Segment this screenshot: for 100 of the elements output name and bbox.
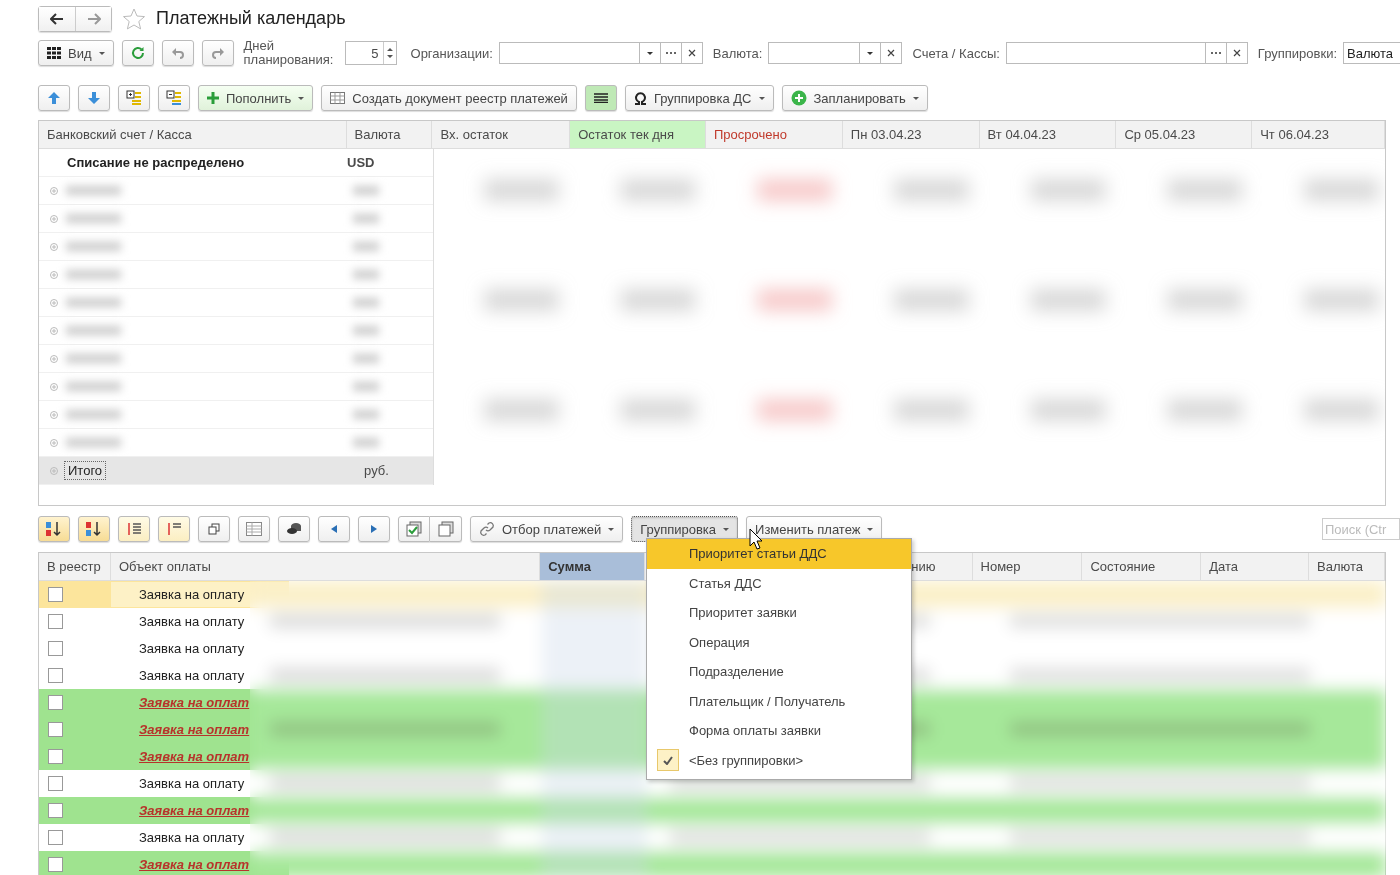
star-icon[interactable] — [122, 6, 146, 31]
refresh-icon — [130, 46, 145, 60]
plus-icon — [207, 92, 219, 104]
sort-list-button[interactable] — [118, 516, 150, 542]
accounts-field[interactable] — [1005, 42, 1206, 64]
column-header[interactable]: Валюта — [1309, 553, 1385, 580]
table-icon — [246, 522, 262, 536]
column-header[interactable]: Вт 04.04.23 — [979, 121, 1117, 148]
blurred-text — [66, 326, 121, 335]
blurred-text — [353, 298, 379, 307]
column-header[interactable]: Ср 05.04.23 — [1116, 121, 1253, 148]
previous-button[interactable] — [318, 516, 350, 542]
collapse-all-button[interactable] — [158, 85, 190, 111]
checkbox[interactable] — [48, 641, 63, 656]
column-header[interactable]: Просрочено — [706, 121, 843, 148]
menu-item[interactable]: Приоритет статьи ДДС — [647, 539, 911, 569]
tree-expand-icon — [126, 90, 142, 106]
copy-button[interactable] — [198, 516, 230, 542]
uncheck-all-button[interactable] — [430, 516, 462, 542]
checkbox[interactable] — [48, 695, 63, 710]
expand-icon[interactable] — [50, 298, 58, 307]
column-header[interactable]: Состояние — [1082, 553, 1202, 580]
expand-icon[interactable] — [50, 214, 58, 223]
menu-item[interactable]: Подразделение — [647, 657, 911, 687]
checkbox[interactable] — [48, 803, 63, 818]
groupings-field[interactable]: Валюта — [1343, 42, 1400, 64]
cash-grouping-button[interactable]: Группировка ДС — [624, 85, 774, 111]
payment-filter-button[interactable]: Отбор платежей — [470, 516, 624, 542]
select-button[interactable] — [1205, 42, 1227, 64]
expand-icon[interactable] — [50, 354, 58, 363]
empty-boxes-icon — [437, 521, 454, 537]
undo-button[interactable] — [161, 40, 194, 66]
menu-item[interactable]: Операция — [647, 627, 911, 657]
checkbox[interactable] — [48, 587, 63, 602]
menu-item[interactable]: <Без группировки> — [647, 745, 911, 775]
column-header[interactable]: Дата — [1201, 553, 1310, 580]
column-header[interactable]: Валюта — [346, 121, 433, 148]
expand-icon[interactable] — [50, 466, 58, 475]
expand-icon[interactable] — [50, 410, 58, 419]
search-field[interactable]: Поиск (Ctr — [1322, 518, 1400, 540]
column-header[interactable]: Банковский счет / Касса — [39, 121, 347, 148]
select-button[interactable] — [660, 42, 682, 64]
table-cell: Итого — [64, 461, 107, 480]
replenish-button[interactable]: Пополнить — [198, 85, 314, 111]
coins-icon — [286, 522, 302, 536]
redo-button[interactable] — [201, 40, 234, 66]
org-label: Организации: — [410, 45, 493, 61]
checkbox[interactable] — [48, 830, 63, 845]
coins-button[interactable] — [278, 516, 310, 542]
expand-icon[interactable] — [50, 438, 58, 447]
next-button[interactable] — [358, 516, 390, 542]
currency-field[interactable] — [768, 42, 861, 64]
blurred-text — [66, 186, 121, 195]
checkbox[interactable] — [48, 857, 63, 872]
column-header[interactable]: Номер — [972, 553, 1083, 580]
check-all-button[interactable] — [398, 516, 430, 542]
blurred-text — [66, 214, 121, 223]
move-down-button[interactable] — [78, 85, 110, 111]
expand-icon[interactable] — [50, 270, 58, 279]
table-button[interactable] — [238, 516, 270, 542]
days-spinner[interactable]: 5 — [344, 41, 397, 65]
checkbox[interactable] — [48, 722, 63, 737]
create-register-button[interactable]: Создать документ реестр платежей — [321, 85, 577, 111]
dropdown-button[interactable] — [639, 42, 661, 64]
menu-item[interactable]: Приоритет заявки — [647, 598, 911, 628]
checkbox[interactable] — [48, 668, 63, 683]
list-mode-button[interactable] — [584, 85, 617, 111]
column-header[interactable]: В реестр — [39, 553, 111, 580]
column-header[interactable]: Сумма — [540, 553, 646, 580]
refresh-button[interactable] — [121, 40, 154, 66]
expand-icon[interactable] — [50, 242, 58, 251]
blurred-text — [66, 354, 121, 363]
sort-ascending-button[interactable] — [38, 516, 70, 542]
clear-button[interactable] — [1226, 42, 1248, 64]
blurred-text — [353, 326, 379, 335]
down-arrow-icon — [87, 91, 101, 105]
sort-list-button[interactable] — [158, 516, 190, 542]
org-field[interactable] — [498, 42, 640, 64]
clear-button[interactable] — [881, 42, 903, 64]
column-header[interactable]: Пн 03.04.23 — [842, 121, 980, 148]
checkbox[interactable] — [48, 776, 63, 791]
plan-button[interactable]: Запланировать — [781, 85, 928, 111]
column-header[interactable]: Чт 06.04.23 — [1252, 121, 1385, 148]
expand-icon[interactable] — [50, 186, 58, 195]
checkbox[interactable] — [48, 614, 63, 629]
menu-item[interactable]: Плательщик / Получатель — [647, 686, 911, 716]
menu-item[interactable]: Статья ДДС — [647, 568, 911, 598]
checkbox[interactable] — [48, 749, 63, 764]
view-button[interactable]: Вид — [38, 40, 114, 66]
column-header[interactable]: Остаток тек дня — [570, 121, 706, 148]
blurred-text — [353, 382, 379, 391]
expand-icon[interactable] — [50, 326, 58, 335]
expand-all-button[interactable] — [118, 85, 150, 111]
move-up-button[interactable] — [38, 85, 70, 111]
menu-item[interactable]: Форма оплаты заявки — [647, 716, 911, 746]
back-button[interactable] — [39, 6, 75, 31]
blurred-text — [353, 242, 379, 251]
expand-icon[interactable] — [50, 382, 58, 391]
sort-descending-button[interactable] — [78, 516, 110, 542]
clear-button[interactable] — [681, 42, 703, 64]
